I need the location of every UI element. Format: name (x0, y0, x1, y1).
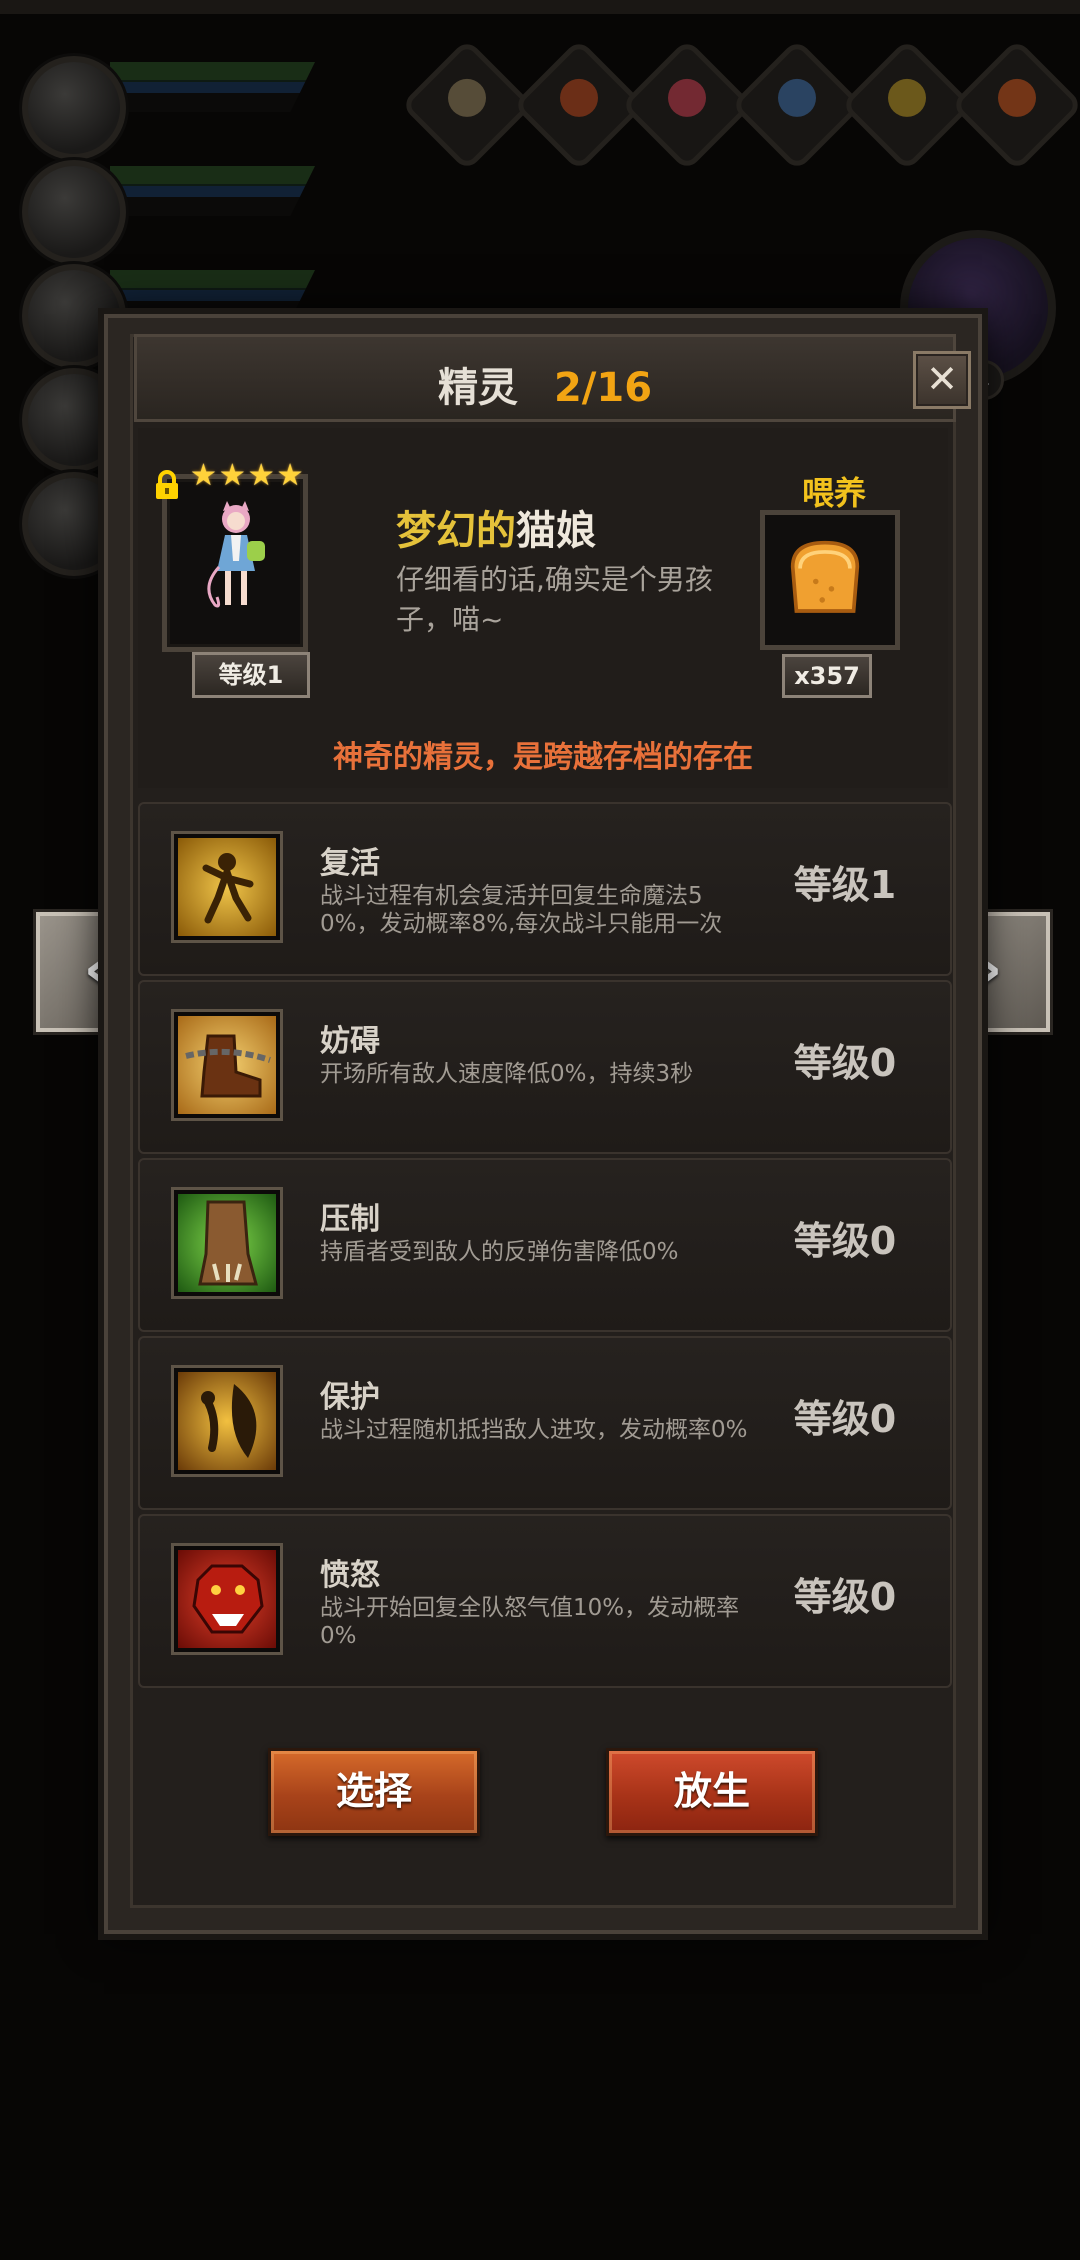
hero-avatar (22, 160, 126, 264)
skill-description: 战斗过程有机会复活并回复生命魔法50%，发动概率8%,每次战斗只能用一次 (320, 883, 723, 937)
skill-description: 战斗过程随机抵挡敌人进攻，发动概率0% (320, 1417, 748, 1443)
skill-row[interactable]: 愤怒 战斗开始回复全队怒气值10%，发动概率0% 等级0 (138, 1514, 952, 1688)
revive-icon (174, 834, 280, 940)
feed-button[interactable] (760, 510, 900, 650)
feed-label: 喂养 (802, 474, 867, 512)
spirit-count: 2/16 (553, 365, 653, 411)
spirit-info-panel: ★★★★ 等级1 梦幻的猫娘 仔细看的话,确实是个男孩子，喵~ 喂养 x357 … (138, 428, 948, 788)
bread-icon (790, 540, 860, 613)
dialog-title: 精灵 (437, 365, 518, 411)
hero-hp-bar (110, 166, 315, 216)
hero-avatar (22, 56, 126, 160)
hero-hp-bar (110, 62, 315, 112)
skill-name: 妨碍 (320, 1024, 380, 1059)
spirit-note: 神奇的精灵，是跨越存档的存在 (333, 740, 753, 775)
feed-item-count: x357 (782, 654, 872, 698)
eye-icon (620, 38, 754, 172)
claw-icon (174, 1190, 280, 1296)
skill-level: 等级0 (793, 1219, 897, 1263)
spirit-description: 仔细看的话,确实是个男孩子，喵~ (396, 563, 713, 636)
skill-row[interactable]: 保护 战斗过程随机抵挡敌人进攻，发动概率0% 等级0 (138, 1336, 952, 1510)
spirit-level-badge: 等级1 (192, 652, 310, 698)
dice-icon (400, 38, 534, 172)
gift-icon (730, 38, 864, 172)
skill-level: 等级0 (793, 1041, 897, 1085)
catgirl-figure-icon (207, 501, 265, 608)
release-button[interactable]: 放生 (606, 1748, 818, 1836)
skill-row[interactable]: 妨碍 开场所有敌人速度降低0%，持续3秒 等级0 (138, 980, 952, 1154)
lock-icon (156, 470, 178, 499)
skill-name: 复活 (320, 846, 380, 881)
spirit-name-adjective: 梦幻的 (396, 508, 516, 554)
skill-description: 持盾者受到敌人的反弹伤害降低0% (320, 1239, 679, 1265)
leaf-icon (840, 38, 974, 172)
skill-level: 等级0 (793, 1397, 897, 1441)
skill-description: 战斗开始回复全队怒气值10%，发动概率0% (320, 1595, 740, 1649)
close-button[interactable]: ✕ (913, 351, 971, 409)
spirit-name: 梦幻的猫娘 (396, 498, 596, 556)
skill-name: 保护 (320, 1380, 380, 1415)
star-rating: ★★★★ (190, 458, 306, 493)
chained-boot-icon (174, 1012, 280, 1118)
spirit-dialog: 精灵 2/16 ✕ ★★★★ 等级1 梦幻的猫娘 仔细看的话,确实是个男孩子，喵… (104, 314, 982, 1934)
skill-description: 开场所有敌人速度降低0%，持续3秒 (320, 1061, 694, 1087)
skill-level: 等级1 (793, 863, 897, 907)
skill-row[interactable]: 压制 持盾者受到敌人的反弹伤害降低0% 等级0 (138, 1158, 952, 1332)
top-status-strip (0, 0, 1080, 14)
skill-level: 等级0 (793, 1575, 897, 1619)
spirit-name-noun: 猫娘 (516, 508, 596, 554)
dialog-title-bar: 精灵 2/16 ✕ (134, 334, 971, 422)
skill-name: 愤怒 (320, 1558, 380, 1593)
shield-fairy-icon (174, 1368, 280, 1474)
hero-hp-bar (110, 270, 315, 320)
skill-row[interactable]: 复活 战斗过程有机会复活并回复生命魔法50%，发动概率8%,每次战斗只能用一次 … (138, 802, 952, 976)
spirit-portrait[interactable] (162, 474, 308, 652)
pumpkin-icon (950, 38, 1080, 172)
select-button[interactable]: 选择 (268, 1748, 480, 1836)
close-icon: ✕ (926, 357, 958, 401)
panther-icon (174, 1546, 280, 1652)
skill-name: 压制 (320, 1202, 380, 1237)
